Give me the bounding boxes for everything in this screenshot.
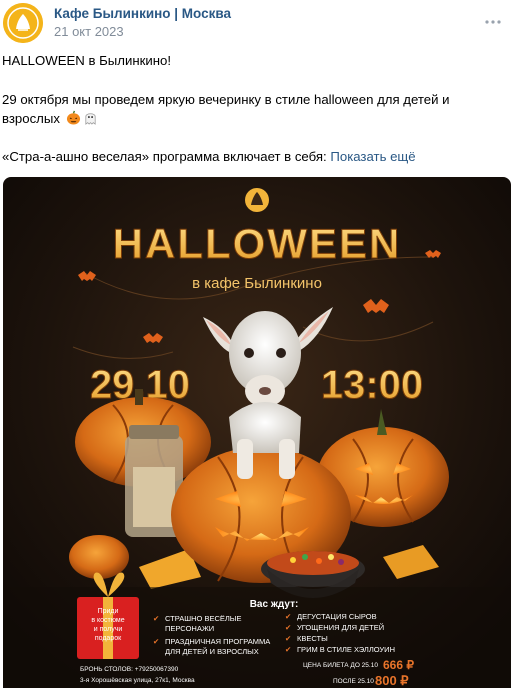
pumpkin-emoji-icon [66, 110, 80, 125]
cafe-logo-icon [3, 3, 43, 43]
poster-title: HALLOWEEN [113, 220, 402, 267]
cafe-logo-icon [245, 188, 269, 212]
right-item-3: КВЕСТЫ [297, 634, 328, 643]
check-icon: ✔ [285, 612, 291, 621]
right-item-1: ДЕГУСТАЦИЯ СЫРОВ [297, 612, 377, 621]
pumpkin-small [69, 535, 129, 579]
post-text-paragraph-2: 29 октября мы проведем яркую вечеринку в… [2, 90, 507, 128]
left-item-2b: ДЛЯ ДЕТЕЙ И ВЗРОСЛЫХ [165, 647, 259, 656]
address-text: 3-я Хорошёвская улица, 27к1, Москва [80, 677, 195, 684]
post-header: Кафе Былинкино | Москва 21 окт 2023 [0, 0, 511, 48]
avatar[interactable] [3, 3, 43, 43]
check-icon: ✔ [285, 623, 291, 632]
post-author[interactable]: Кафе Былинкино | Москва [54, 6, 231, 21]
check-icon: ✔ [285, 645, 291, 654]
right-item-4: ГРИМ В СТИЛЕ ХЭЛЛОУИН [297, 645, 395, 654]
poster-subtitle: в кафе Былинкино [192, 275, 322, 292]
post-text-line-3: «Стра-а-ашно веселая» программа включает… [2, 147, 507, 166]
gift-text-2: в костюме [91, 617, 124, 624]
poster-time: 13:00 [321, 363, 423, 407]
awaits-heading: Вас ждут: [250, 599, 299, 610]
gift-text-3: и получи [94, 626, 123, 633]
left-item-1b: ПЕРСОНАЖИ [165, 624, 214, 633]
check-icon: ✔ [285, 634, 291, 643]
gift-text-1: Приди [98, 608, 119, 615]
check-icon: ✔ [153, 637, 159, 646]
post-text-line-2b: взрослых [2, 111, 60, 126]
post-text-program: «Стра-а-ашно веселая» программа включает… [2, 149, 327, 164]
ghost-emoji-icon [85, 113, 96, 125]
right-item-2: УГОЩЕНИЯ ДЛЯ ДЕТЕЙ [297, 623, 384, 632]
price-after-label: ПОСЛЕ 25.10 [333, 678, 374, 685]
post-text-line-1: HALLOWEEN в Былинкино! [2, 53, 172, 68]
post-image[interactable]: HALLOWEEN в кафе Былинкино 29.10 13:00 П… [3, 177, 511, 688]
left-item-1a: СТРАШНО ВЕСЁЛЫЕ [165, 614, 241, 623]
more-horizontal-icon[interactable] [485, 14, 501, 30]
booking-text: БРОНЬ СТОЛОВ: +79250067390 [80, 666, 179, 673]
check-icon: ✔ [153, 614, 159, 623]
post-text-line-2a: 29 октября мы проведем яркую вечеринку в… [2, 92, 450, 107]
price-before-label: ЦЕНА БИЛЕТА ДО 25.10 [303, 662, 378, 669]
left-item-2a: ПРАЗДНИЧНАЯ ПРОГРАММА [165, 637, 270, 646]
price-before: 666 ₽ [383, 658, 414, 672]
post-date[interactable]: 21 окт 2023 [54, 24, 124, 39]
show-more-link[interactable]: Показать ещё [330, 149, 415, 164]
price-after: 800 ₽ [375, 673, 409, 688]
gift-text-4: подарок [95, 635, 122, 642]
